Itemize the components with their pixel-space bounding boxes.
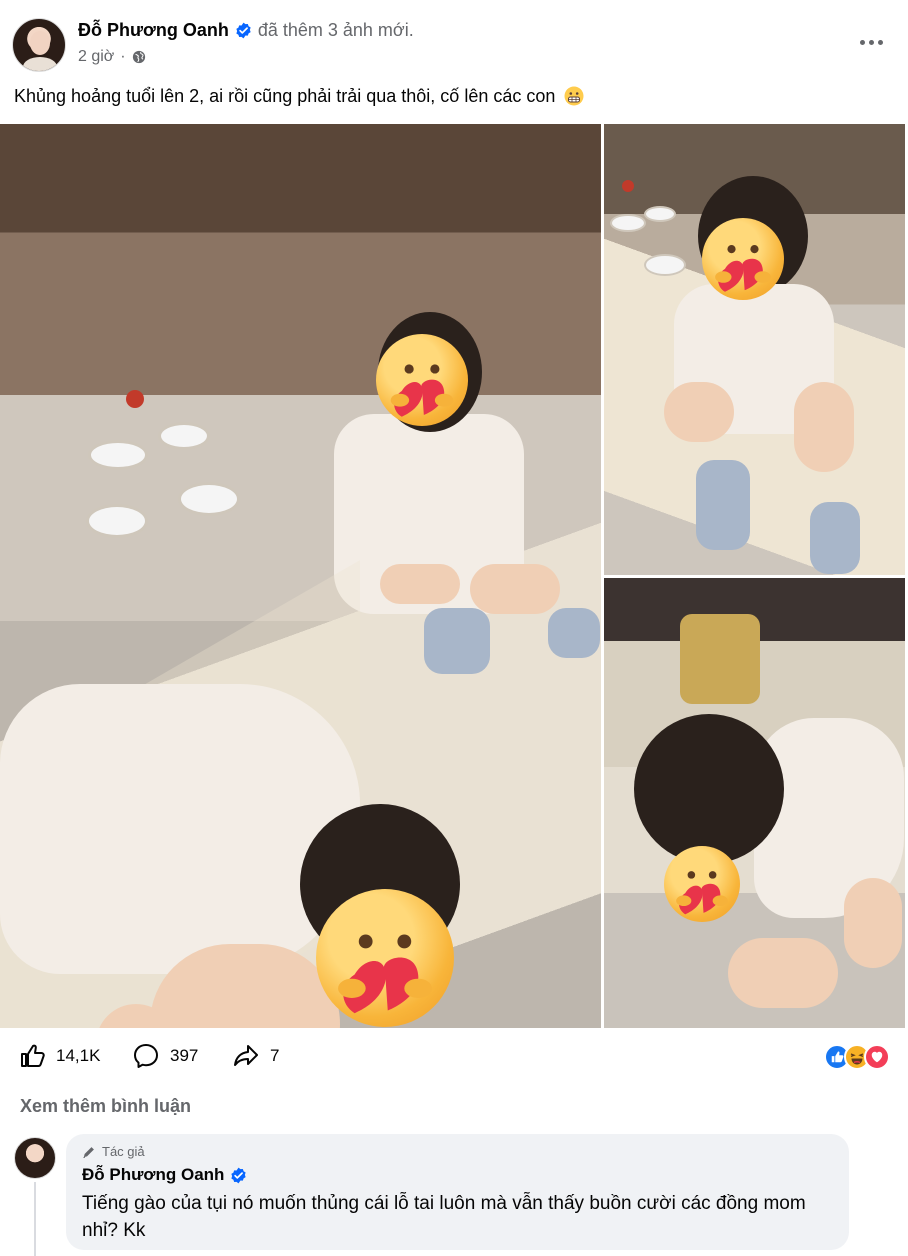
share-button[interactable]: 7 (232, 1042, 279, 1070)
more-options-button[interactable] (856, 32, 886, 52)
pen-icon (83, 1146, 94, 1158)
author-avatar[interactable] (12, 18, 66, 72)
like-button[interactable]: 14,1K (18, 1042, 100, 1070)
comment-author-name[interactable]: Đỗ Phương Oanh (82, 1165, 224, 1185)
post-action-text: đã thêm 3 ảnh mới. (257, 20, 414, 40)
comment-text: Tiếng gào của tụi nó muốn thủng cái lỗ t… (82, 1193, 806, 1241)
share-count: 7 (270, 1046, 280, 1065)
author-name[interactable]: Đỗ Phương Oanh (78, 20, 229, 41)
post-photo-3[interactable] (604, 578, 905, 1028)
post-photo-2[interactable] (604, 124, 905, 575)
author-badge-label: Tác giả (102, 1144, 145, 1159)
love-reaction-icon (864, 1044, 890, 1070)
post-caption: Khủng hoảng tuổi lên 2, ai rồi cũng phải… (14, 84, 584, 108)
thumbs-up-icon (21, 1044, 45, 1067)
author-badge: Tác giả (82, 1144, 833, 1159)
post-meta: 2 giờ · (78, 48, 146, 66)
post-photo-1[interactable] (0, 124, 601, 1028)
commenter-avatar[interactable] (14, 1137, 56, 1179)
comment-author-line: Đỗ Phương Oanh (82, 1165, 833, 1185)
view-more-comments-link[interactable]: Xem thêm bình luận (20, 1096, 191, 1117)
heart-hug-sticker (664, 846, 740, 922)
heart-hug-sticker (702, 218, 784, 300)
heart-hug-sticker (316, 889, 454, 1027)
comment-bubble: Tác giả Đỗ Phương Oanh Tiếng gào của tụi… (66, 1134, 849, 1250)
share-icon (234, 1045, 258, 1066)
post-time[interactable]: 2 giờ (78, 48, 114, 66)
comment-thread-line (34, 1182, 36, 1256)
verified-badge-icon (231, 1167, 247, 1183)
reaction-summary[interactable] (824, 1044, 890, 1070)
author-line: Đỗ Phương Oanh đã thêm 3 ảnh mới. (78, 20, 414, 41)
heart-hug-sticker (376, 334, 468, 426)
verified-badge-icon (236, 22, 251, 39)
comment-icon (134, 1044, 158, 1068)
comment-button[interactable]: 397 (132, 1042, 198, 1070)
like-count: 14,1K (56, 1046, 101, 1065)
comment-count: 397 (170, 1046, 199, 1065)
caption-text: Khủng hoảng tuổi lên 2, ai rồi cũng phải… (14, 86, 556, 106)
post-header: Đỗ Phương Oanh đã thêm 3 ảnh mới. 2 giờ … (12, 14, 896, 74)
reaction-bar: 14,1K 397 7 (18, 1040, 890, 1074)
grimacing-face-icon (564, 86, 584, 106)
globe-icon (132, 50, 145, 64)
